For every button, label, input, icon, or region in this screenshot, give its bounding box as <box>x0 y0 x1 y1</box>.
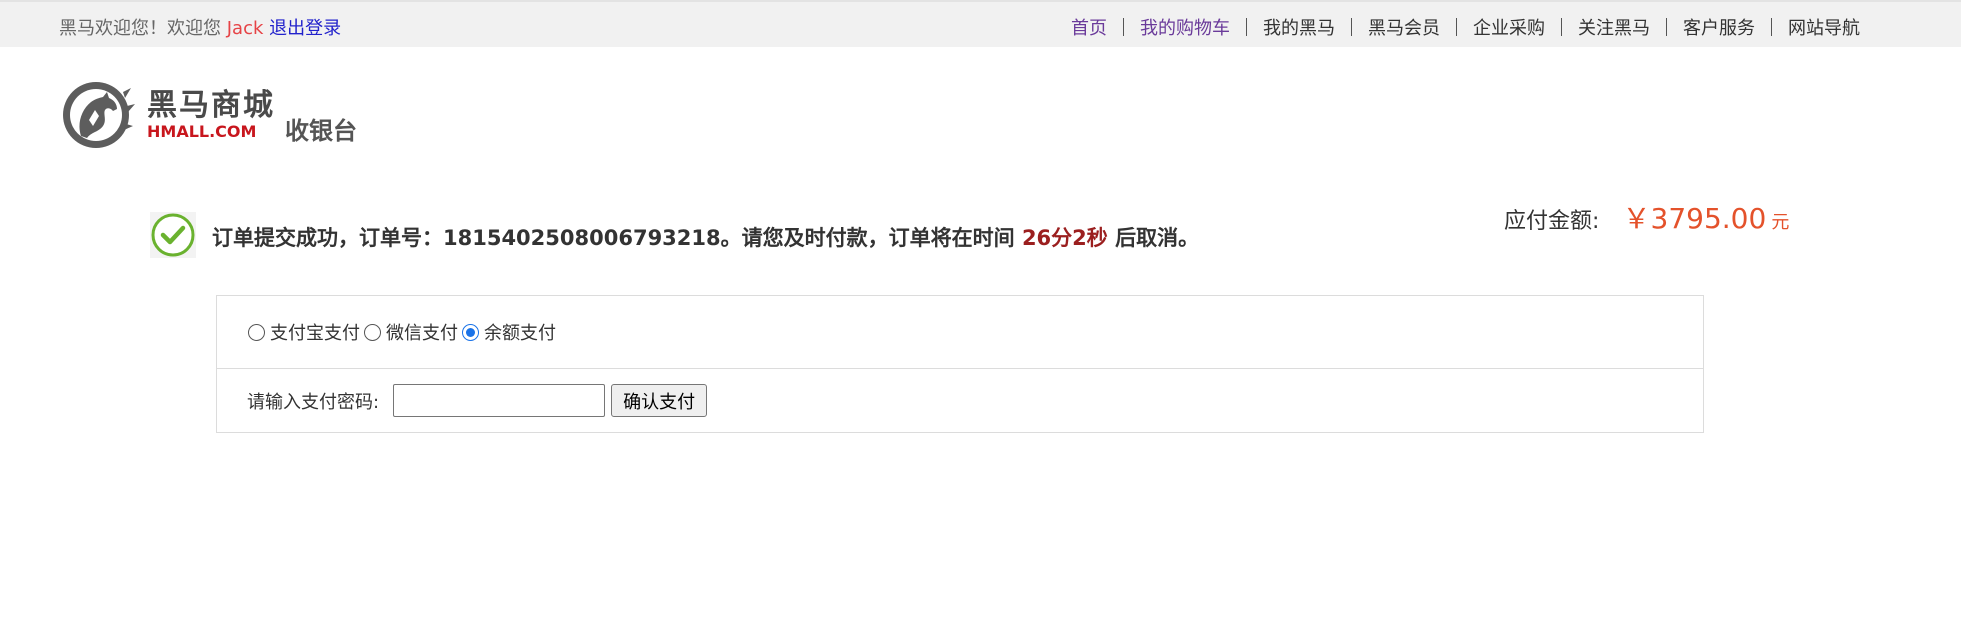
logout-link[interactable]: 退出登录 <box>269 18 341 39</box>
logo-text: 黑马商城 HMALL.COM <box>147 89 275 141</box>
payment-method-label: 余额支付 <box>484 323 556 344</box>
amount-label: 应付金额: <box>1504 209 1600 234</box>
confirm-payment-button[interactable]: 确认支付 <box>611 384 708 417</box>
logo-name-en: HMALL.COM <box>147 122 257 141</box>
nav-divider <box>1456 18 1457 36</box>
order-message-suffix: 后取消。 <box>1115 226 1200 250</box>
amount-value: ￥3795.00 <box>1622 202 1767 235</box>
amount-due: 应付金额: ￥3795.00 元 <box>1504 197 1789 237</box>
payment-methods: 支付宝支付 微信支付 余额支付 <box>217 296 1703 369</box>
nav-home[interactable]: 首页 <box>1071 14 1107 40</box>
payment-method-balance[interactable]: 余额支付 <box>462 319 556 345</box>
logo-name-cn: 黑马商城 <box>147 88 275 123</box>
payment-method-label: 支付宝支付 <box>270 323 360 344</box>
countdown-timer: 26分2秒 <box>1021 226 1108 250</box>
username: Jack <box>226 18 264 39</box>
nav-divider <box>1351 18 1352 36</box>
payment-password-input[interactable] <box>393 384 606 417</box>
welcome-text: 黑马欢迎您！欢迎您 Jack 退出登录 <box>59 14 341 40</box>
nav-divider <box>1246 18 1247 36</box>
nav-member[interactable]: 黑马会员 <box>1368 14 1440 40</box>
radio-balance[interactable] <box>462 323 479 341</box>
nav-customer-service[interactable]: 客户服务 <box>1683 14 1755 40</box>
site-logo[interactable]: 黑马商城 HMALL.COM <box>59 80 275 150</box>
order-message-prefix: 订单提交成功，订单号：1815402508006793218。请您及时付款，订单… <box>212 226 1015 250</box>
top-nav: 首页 我的购物车 我的黑马 黑马会员 企业采购 关注黑马 客户服务 网站导航 <box>1071 14 1860 40</box>
top-bar: 黑马欢迎您！欢迎您 Jack 退出登录 首页 我的购物车 我的黑马 黑马会员 企… <box>0 0 1961 47</box>
payment-panel: 支付宝支付 微信支付 余额支付 请输入支付密码: 确认支付 <box>216 295 1704 433</box>
nav-divider <box>1123 18 1124 36</box>
radio-wechat[interactable] <box>364 323 381 341</box>
horse-logo-icon <box>63 82 135 148</box>
payment-method-label: 微信支付 <box>386 323 458 344</box>
welcome-prefix: 黑马欢迎您！欢迎您 <box>59 18 221 39</box>
nav-my-heima[interactable]: 我的黑马 <box>1263 14 1335 40</box>
nav-site-map[interactable]: 网站导航 <box>1788 14 1860 40</box>
nav-divider <box>1561 18 1562 36</box>
nav-divider <box>1771 18 1772 36</box>
password-label: 请输入支付密码: <box>247 391 380 413</box>
amount-unit: 元 <box>1771 212 1790 233</box>
page-title: 收银台 <box>285 117 357 145</box>
nav-enterprise-purchase[interactable]: 企业采购 <box>1473 14 1545 40</box>
payment-method-wechat[interactable]: 微信支付 <box>364 319 458 345</box>
radio-alipay[interactable] <box>248 323 265 341</box>
nav-divider <box>1666 18 1667 36</box>
success-check-icon <box>150 212 196 258</box>
payment-method-alipay[interactable]: 支付宝支付 <box>248 319 360 345</box>
nav-my-cart[interactable]: 我的购物车 <box>1140 14 1230 40</box>
payment-confirm-row: 请输入支付密码: 确认支付 <box>217 369 1703 432</box>
nav-follow[interactable]: 关注黑马 <box>1578 14 1650 40</box>
order-success-message: 订单提交成功，订单号：1815402508006793218。请您及时付款，订单… <box>212 222 1199 252</box>
